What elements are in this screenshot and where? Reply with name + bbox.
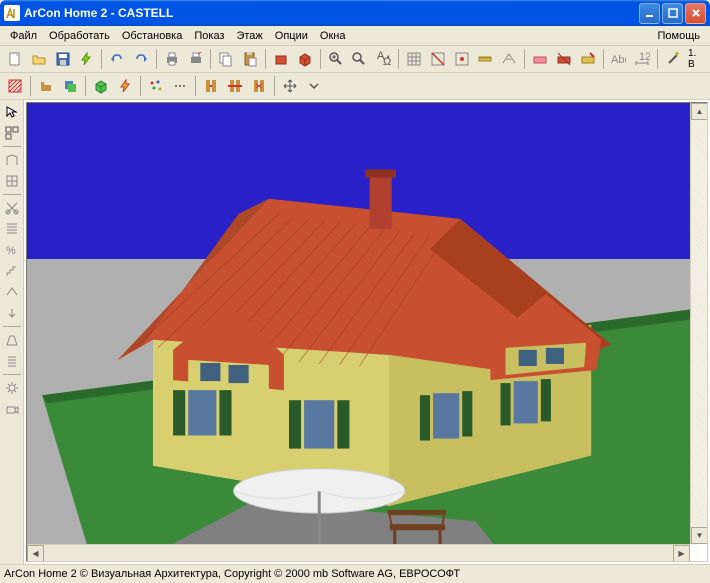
dots-icon[interactable] <box>169 75 191 97</box>
angle-measure-icon[interactable] <box>498 48 520 70</box>
floor-edit-icon[interactable] <box>577 48 599 70</box>
toolbar-secondary <box>0 73 710 100</box>
zoom-in-icon[interactable] <box>325 48 347 70</box>
grid-off-icon[interactable] <box>427 48 449 70</box>
undo-icon[interactable] <box>106 48 128 70</box>
svg-text:%: % <box>6 245 16 257</box>
selection-group-icon[interactable] <box>2 123 22 143</box>
new-file-icon[interactable] <box>4 48 26 70</box>
2d-view-icon[interactable] <box>270 48 292 70</box>
paste-icon[interactable] <box>239 48 261 70</box>
titlebar: ArCon Home 2 - CASTELL <box>0 0 710 26</box>
room-tool-icon[interactable] <box>2 171 22 191</box>
camera-tool-icon[interactable] <box>2 399 22 419</box>
percent-tool-icon[interactable]: % <box>2 240 22 260</box>
list-tool-icon[interactable] <box>2 351 22 371</box>
light-tool-icon[interactable] <box>2 378 22 398</box>
save-file-icon[interactable] <box>52 48 74 70</box>
menu-furnish[interactable]: Обстановка <box>116 28 188 44</box>
move-icon[interactable] <box>279 75 301 97</box>
perspective-icon[interactable] <box>2 330 22 350</box>
print-preview-icon[interactable] <box>185 48 207 70</box>
maximize-button[interactable] <box>662 3 683 24</box>
menubar: Файл Обработать Обстановка Показ Этаж Оп… <box>0 26 710 46</box>
menu-windows[interactable]: Окна <box>314 28 352 44</box>
menu-edit[interactable]: Обработать <box>43 28 116 44</box>
cursor-down-icon[interactable] <box>2 303 22 323</box>
svg-text:Abc: Abc <box>611 54 626 66</box>
svg-text:12: 12 <box>639 51 650 63</box>
left-toolbar: % <box>0 100 24 564</box>
measure-icon[interactable] <box>475 48 497 70</box>
wall-tool-icon[interactable] <box>2 150 22 170</box>
roof-tool-icon[interactable] <box>2 282 22 302</box>
layers-icon[interactable] <box>553 48 575 70</box>
menu-view[interactable]: Показ <box>188 28 230 44</box>
box-3d-icon[interactable] <box>90 75 112 97</box>
copy-icon[interactable] <box>215 48 237 70</box>
open-file-icon[interactable] <box>28 48 50 70</box>
stairs-icon[interactable] <box>2 261 22 281</box>
toolbar-end-label[interactable]: 1. B <box>686 51 706 67</box>
viewport-container: ▲ ▼ ◀ ▶ <box>24 100 710 564</box>
vertical-scrollbar[interactable]: ▲ ▼ <box>690 103 707 544</box>
pointer-tool-icon[interactable] <box>2 102 22 122</box>
svg-text:Ω: Ω <box>383 56 391 67</box>
grid-tool-icon[interactable] <box>2 219 22 239</box>
close-button[interactable] <box>685 3 706 24</box>
menu-help[interactable]: Помощь <box>652 28 707 44</box>
menu-options[interactable]: Опции <box>269 28 314 44</box>
grid-snap-icon[interactable] <box>451 48 473 70</box>
dropdown-icon[interactable] <box>303 75 325 97</box>
statusbar-text: ArCon Home 2 © Визуальная Архитектура, C… <box>4 568 460 580</box>
bolt-red-icon[interactable] <box>114 75 136 97</box>
menu-file[interactable]: Файл <box>4 28 43 44</box>
print-icon[interactable] <box>161 48 183 70</box>
minimize-button[interactable] <box>639 3 660 24</box>
redo-icon[interactable] <box>130 48 152 70</box>
lightning-icon[interactable] <box>75 48 97 70</box>
scatter-icon[interactable] <box>145 75 167 97</box>
window-title: ArCon Home 2 - CASTELL <box>24 6 639 20</box>
alpha-icon[interactable]: AΩ <box>372 48 394 70</box>
grid-on-icon[interactable] <box>403 48 425 70</box>
dimension-text-icon[interactable]: 12 <box>631 48 653 70</box>
hatch-icon[interactable] <box>4 75 26 97</box>
door-in-icon[interactable] <box>200 75 222 97</box>
zoom-fit-icon[interactable] <box>348 48 370 70</box>
horizontal-scrollbar[interactable]: ◀ ▶ <box>27 544 690 561</box>
window-controls <box>639 3 706 24</box>
layers-panel-icon[interactable] <box>59 75 81 97</box>
door-out-icon[interactable] <box>224 75 246 97</box>
3d-viewport[interactable]: ▲ ▼ ◀ ▶ <box>26 102 708 562</box>
app-icon <box>4 5 20 21</box>
statusbar: ArCon Home 2 © Визуальная Архитектура, C… <box>0 564 710 583</box>
magic-wand-icon[interactable] <box>662 48 684 70</box>
visibility-icon[interactable] <box>529 48 551 70</box>
text-label-icon[interactable]: Abc <box>608 48 630 70</box>
cut-tool-icon[interactable] <box>2 198 22 218</box>
menu-floor[interactable]: Этаж <box>230 28 268 44</box>
3d-view-icon[interactable] <box>294 48 316 70</box>
furniture-icon[interactable] <box>35 75 57 97</box>
toolbar-main: AΩ Abc 12 1. B <box>0 46 710 73</box>
workspace: % <box>0 100 710 564</box>
door-swap-icon[interactable] <box>248 75 270 97</box>
